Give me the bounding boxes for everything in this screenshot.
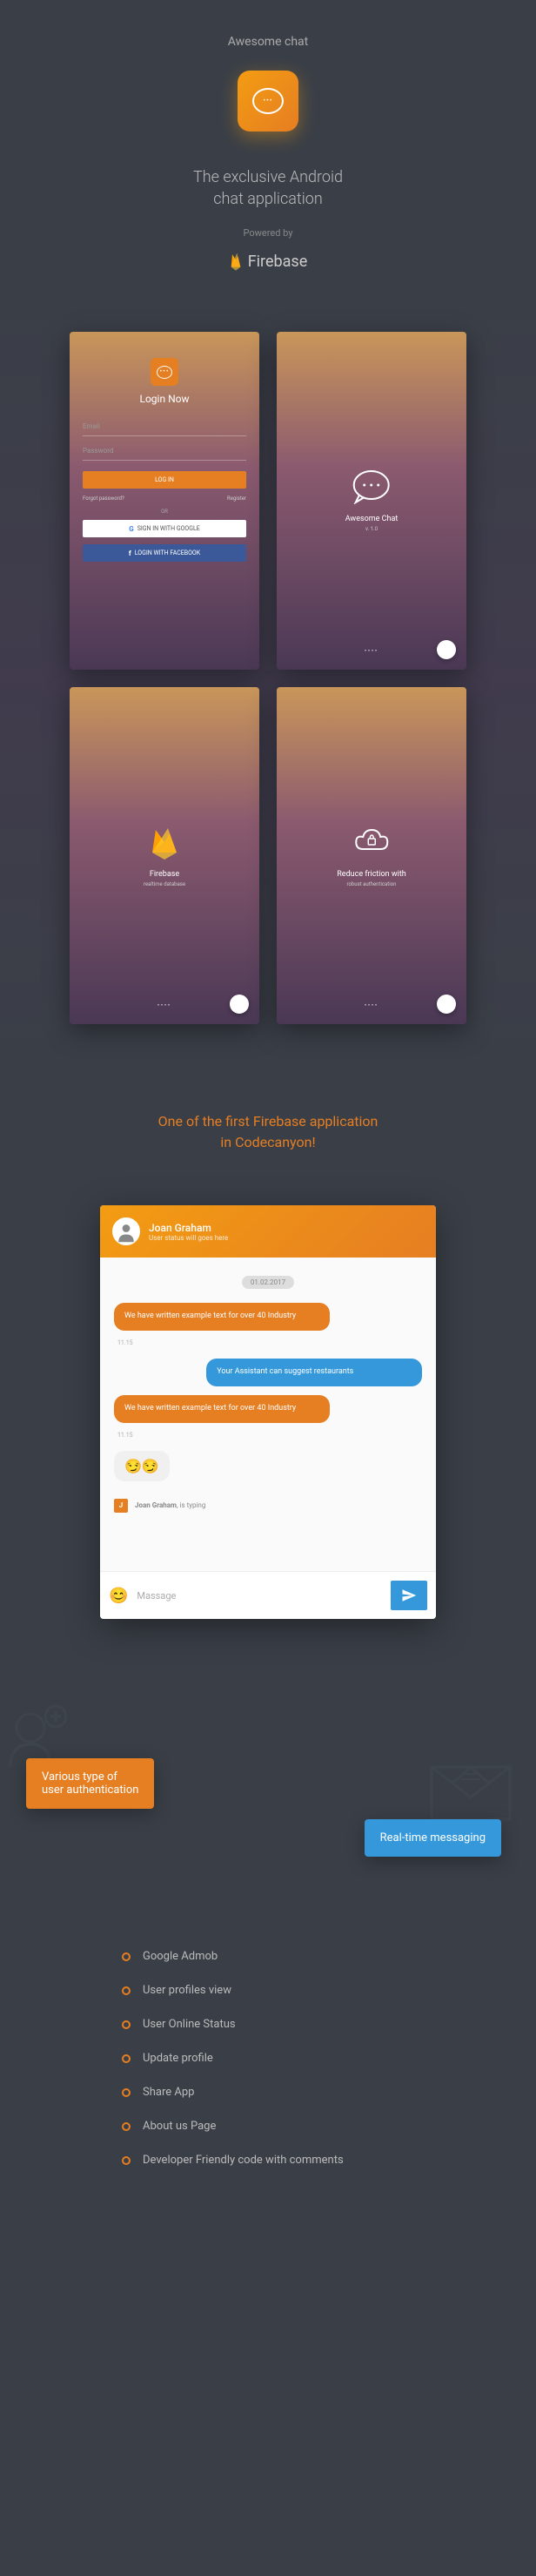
emoji-message: 😏😏	[114, 1451, 170, 1481]
feature-item: User profiles view	[122, 1984, 414, 1997]
bullet-icon	[122, 1986, 131, 1995]
splash-version: v. 1.0	[345, 526, 399, 532]
chat-input-bar: 😊 Massage	[100, 1571, 436, 1619]
tagline: One of the first Firebase application in…	[0, 1059, 536, 1205]
message-sent: Your Assistant can suggest restaurants	[206, 1359, 422, 1386]
send-icon	[401, 1588, 417, 1603]
typing-indicator: J Joan Graham, is typing	[114, 1499, 422, 1513]
dots-indicator: ••••	[365, 648, 379, 654]
login-screen: Login Now Email Password LOG IN Forgot p…	[70, 332, 259, 670]
dots-indicator: ••••	[365, 1002, 379, 1008]
facebook-icon: f	[129, 550, 131, 557]
firebase-screen: Firebase realtime database ••••	[70, 687, 259, 1025]
login-app-icon	[151, 358, 178, 386]
chat-contact-status: User status will goes here	[149, 1234, 424, 1242]
register-link[interactable]: Register	[227, 496, 246, 502]
chat-contact-name: Joan Graham	[149, 1222, 424, 1234]
date-pill: 01.02.2017	[242, 1276, 294, 1289]
google-icon: G	[129, 525, 133, 533]
envelope-decor-icon	[423, 1750, 519, 1828]
feature-item: Developer Friendly code with comments	[122, 2154, 414, 2167]
send-button[interactable]	[391, 1581, 427, 1610]
app-title: Awesome chat	[0, 35, 536, 49]
forgot-link[interactable]: Forgot password?	[83, 496, 124, 502]
app-icon	[238, 71, 298, 131]
feature-list: Google Admob User profiles view User Onl…	[0, 1915, 536, 2257]
feature-text: About us Page	[143, 2120, 216, 2133]
header-section: Awesome chat The exclusive Android chat …	[0, 0, 536, 297]
feature-item: About us Page	[122, 2120, 414, 2133]
feature-text: Update profile	[143, 2052, 213, 2065]
emoji-button[interactable]: 😊	[109, 1587, 128, 1605]
message-input[interactable]: Massage	[137, 1590, 391, 1602]
auth-screen: Reduce friction with robust authenticati…	[277, 687, 466, 1025]
chat-body: 01.02.2017 We have written example text …	[100, 1258, 436, 1571]
screens-grid: Login Now Email Password LOG IN Forgot p…	[0, 297, 536, 1059]
feature-item: Update profile	[122, 2052, 414, 2065]
splash-chat-icon	[351, 469, 392, 504]
firebase-big-icon	[144, 825, 185, 860]
feature-text: Developer Friendly code with comments	[143, 2154, 344, 2167]
google-signin-button[interactable]: GSIGN IN WITH GOOGLE	[83, 520, 246, 537]
firebase-screen-subtitle: realtime database	[144, 881, 185, 887]
auth-screen-subtitle: robust authentication	[337, 881, 405, 887]
auth-badge: Various type of user authentication	[26, 1758, 154, 1809]
feature-text: User Online Status	[143, 2018, 236, 2031]
login-title: Login Now	[140, 393, 190, 405]
firebase-screen-title: Firebase	[144, 870, 185, 879]
message-received: We have written example text for over 40…	[114, 1303, 330, 1331]
feature-item: User Online Status	[122, 2018, 414, 2031]
feature-item: Share App	[122, 2086, 414, 2099]
firebase-logo: Firebase	[0, 252, 536, 271]
splash-title: Awesome Chat	[345, 515, 399, 523]
message-time: 11.15	[117, 1432, 422, 1439]
fab-button[interactable]	[437, 995, 456, 1014]
chat-section: Joan Graham User status will goes here 0…	[0, 1205, 536, 1671]
subtitle: The exclusive Android chat application	[0, 166, 536, 210]
bullet-icon	[122, 2054, 131, 2063]
feature-badges-section: Various type of user authentication Real…	[0, 1671, 536, 1915]
bullet-icon	[122, 2156, 131, 2165]
feature-item: Google Admob	[122, 1950, 414, 1963]
feature-text: Google Admob	[143, 1950, 218, 1963]
bullet-icon	[122, 2122, 131, 2131]
bullet-icon	[122, 2088, 131, 2097]
firebase-flame-icon	[229, 252, 243, 271]
feature-text: User profiles view	[143, 1984, 231, 1997]
fab-button[interactable]	[437, 640, 456, 659]
password-field[interactable]: Password	[83, 447, 246, 461]
facebook-login-button[interactable]: fLOGIN WITH FACEBOOK	[83, 544, 246, 562]
chat-header: Joan Graham User status will goes here	[100, 1205, 436, 1258]
chat-bubble-icon	[252, 88, 284, 114]
message-time: 11.15	[117, 1339, 422, 1346]
chat-phone-screen: Joan Graham User status will goes here 0…	[100, 1205, 436, 1619]
bullet-icon	[122, 2020, 131, 2029]
realtime-badge: Real-time messaging	[365, 1819, 501, 1857]
dots-indicator: ••••	[157, 1002, 171, 1008]
message-received: We have written example text for over 40…	[114, 1395, 330, 1423]
typing-avatar: J	[114, 1499, 128, 1513]
email-field[interactable]: Email	[83, 422, 246, 436]
powered-by-label: Powered by	[0, 227, 536, 239]
fab-button[interactable]	[230, 995, 249, 1014]
splash-screen: Awesome Chat v. 1.0 ••••	[277, 332, 466, 670]
feature-text: Share App	[143, 2086, 194, 2099]
bullet-icon	[122, 1952, 131, 1961]
or-divider: OR	[161, 509, 168, 515]
login-button[interactable]: LOG IN	[83, 471, 246, 489]
firebase-text: Firebase	[248, 253, 308, 271]
cloud-lock-icon	[351, 825, 392, 860]
chat-avatar[interactable]	[112, 1217, 140, 1245]
auth-screen-title: Reduce friction with	[337, 870, 405, 879]
